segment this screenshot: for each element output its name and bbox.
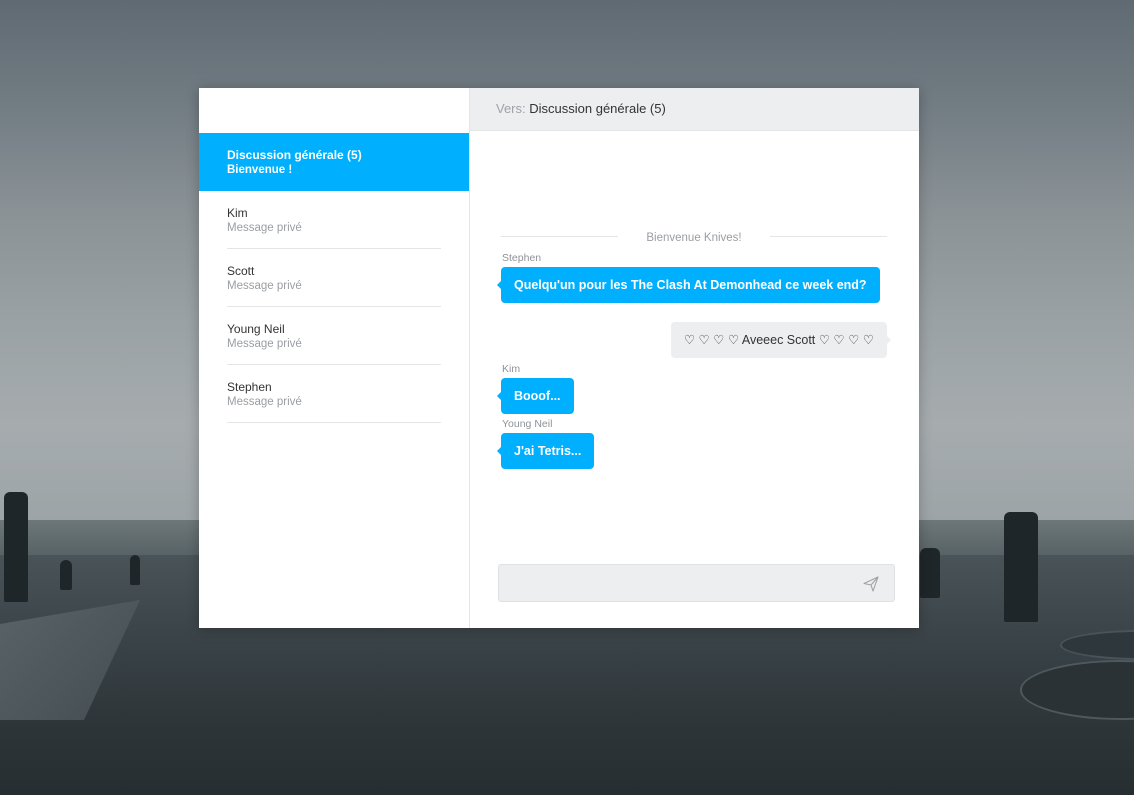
message-author: Kim xyxy=(502,363,521,375)
message-own: ♡ ♡ ♡ ♡ Aveeec Scott ♡ ♡ ♡ ♡ xyxy=(670,322,892,358)
conversation-item-general[interactable]: Discussion générale (5) Bienvenue ! xyxy=(199,133,469,191)
chat-header: Vers: Discussion générale (5) xyxy=(470,88,919,131)
message-composer xyxy=(498,564,895,602)
conversation-item-stephen[interactable]: Stephen Message privé xyxy=(199,365,469,423)
conversation-name: Young Neil xyxy=(227,322,285,336)
conversation-name: Stephen xyxy=(227,380,272,394)
conversation-name: Scott xyxy=(227,264,255,278)
message-bubble: Quelqu'un pour les The Clash At Demonhea… xyxy=(497,267,880,303)
conversation-subtitle: Message privé xyxy=(227,280,302,292)
message-input[interactable] xyxy=(499,565,839,601)
conversation-name: Discussion générale (5) xyxy=(227,148,362,162)
chat-panel: Vers: Discussion générale (5) Bienvenue … xyxy=(470,88,919,628)
message-author: Young Neil xyxy=(502,418,553,430)
conversation-subtitle: Message privé xyxy=(227,338,302,350)
divider xyxy=(227,422,441,423)
sidebar-header xyxy=(199,88,469,133)
message-bubble: Booof... xyxy=(497,378,574,414)
conversation-item-kim[interactable]: Kim Message privé xyxy=(199,191,469,249)
notice-divider-left xyxy=(501,236,618,237)
message-bubble: ♡ ♡ ♡ ♡ Aveeec Scott ♡ ♡ ♡ ♡ xyxy=(670,322,892,358)
conversation-sidebar: Discussion générale (5) Bienvenue ! Kim … xyxy=(199,88,470,628)
conversation-subtitle: Message privé xyxy=(227,222,302,234)
message-kim: Kim Booof... xyxy=(497,363,574,414)
notice-text: Bienvenue Knives! xyxy=(646,232,742,244)
chat-window: Discussion générale (5) Bienvenue ! Kim … xyxy=(199,88,919,628)
recipient-name: Discussion générale (5) xyxy=(529,101,666,116)
conversation-subtitle: Bienvenue ! xyxy=(227,164,293,176)
send-icon[interactable] xyxy=(863,576,879,592)
message-stephen: Stephen Quelqu'un pour les The Clash At … xyxy=(497,252,880,303)
message-bubble: J'ai Tetris... xyxy=(496,433,595,469)
message-author: Stephen xyxy=(502,252,542,264)
notice-divider-right xyxy=(770,236,887,237)
message-young-neil: Young Neil J'ai Tetris... xyxy=(496,418,595,469)
conversation-subtitle: Message privé xyxy=(227,396,302,408)
welcome-notice: Bienvenue Knives! xyxy=(501,228,887,244)
conversation-name: Kim xyxy=(227,206,248,220)
recipient-label: Vers: xyxy=(496,101,526,116)
conversation-item-scott[interactable]: Scott Message privé xyxy=(199,249,469,307)
conversation-item-young-neil[interactable]: Young Neil Message privé xyxy=(199,307,469,365)
